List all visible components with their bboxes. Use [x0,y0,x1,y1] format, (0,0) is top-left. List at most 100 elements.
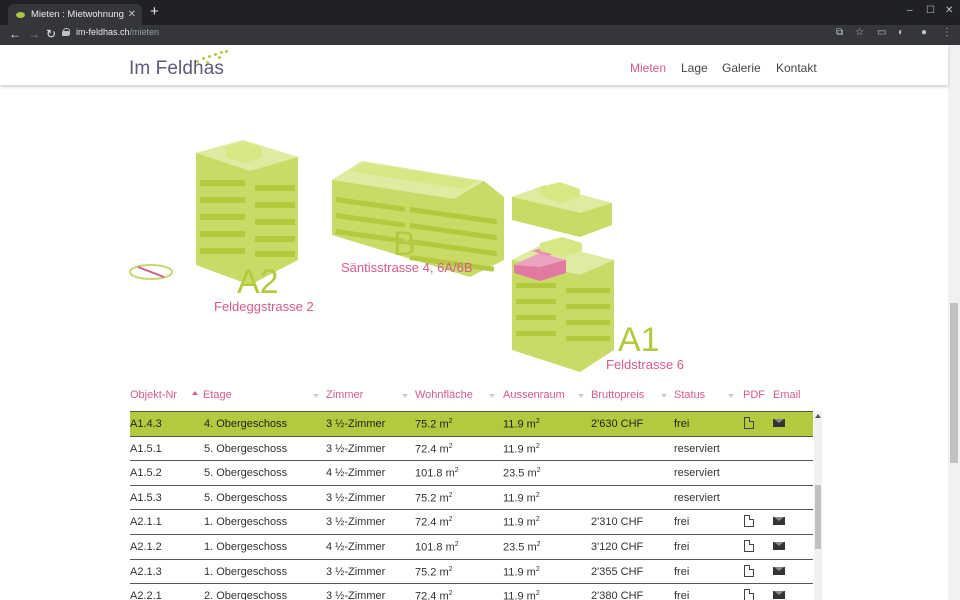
new-tab-button[interactable]: + [150,4,159,19]
email-envelope-icon[interactable] [773,541,785,550]
scroll-up-icon[interactable] [815,414,821,418]
cell-aussenraum: 23.5 m2 [503,467,541,480]
menu-icon[interactable]: ⋮ [942,27,952,38]
table-row[interactable]: A1.4.3 4. Obergeschoss 3 ½-Zimmer 75.2 m2 11… [130,412,813,437]
extension-icon[interactable]: ▭ [877,27,886,38]
cell-aussenraum: 11.9 m2 [503,418,540,431]
cell-etage: 1. Obergeschoss [204,565,288,578]
email-envelope-icon[interactable] [773,517,785,526]
email-envelope-icon[interactable] [773,566,785,575]
col-bruttopreis[interactable]: Bruttopreis [591,389,644,401]
col-email: Email [773,389,801,401]
building-label-a2[interactable]: A2 [237,263,279,302]
email-envelope-icon[interactable] [773,419,785,427]
cell-objekt-nr: A1.4.3 [130,418,162,430]
table-row[interactable]: A2.1.1 1. Obergeschoss 3 ½-Zimmer 72.4 m2 11… [130,510,813,535]
tab-title: Mieten : Mietwohnungen [31,9,124,20]
favicon-icon [16,11,25,18]
url-path: /mieten [129,27,160,37]
col-status[interactable]: Status [674,389,705,401]
bookmark-star-icon[interactable]: ☆ [855,27,864,38]
table-row[interactable]: A1.5.3 5. Obergeschoss 3 ½-Zimmer 75.2 m2 11… [130,486,813,511]
table-row[interactable]: A2.1.3 1. Obergeschoss 3 ½-Zimmer 75.2 m2 11… [130,560,813,585]
col-zimmer[interactable]: Zimmer [326,389,363,401]
col-wohnflaeche[interactable]: Wohnfläche [415,389,473,401]
site-logo[interactable]: Im Feldhas [129,58,224,80]
cell-etage: 5. Obergeschoss [204,467,288,480]
site-plan: A2 Feldeggstrasse 2 B Säntisstrasse 4, 6… [0,85,948,385]
cell-objekt-nr: A2.1.2 [130,540,162,553]
pdf-document-icon[interactable] [744,539,754,552]
table-row[interactable]: A1.5.2 5. Obergeschoss 4 ½-Zimmer 101.8 m2 2… [130,461,813,486]
cell-zimmer: 3 ½-Zimmer [326,516,386,529]
sort-asc-icon[interactable] [192,391,198,395]
cell-etage: 1. Obergeschoss [204,516,288,529]
sort-icon[interactable] [313,394,319,398]
col-objekt-nr[interactable]: Objekt-Nr [130,389,177,401]
sort-icon[interactable] [728,394,734,398]
lock-icon [62,28,70,36]
cell-aussenraum: 11.9 m2 [503,590,540,600]
reload-icon[interactable]: ↻ [46,27,56,41]
cell-status: frei [674,590,690,600]
close-tab-icon[interactable]: ✕ [128,9,136,20]
address-bar[interactable]: im-feldhas.ch/mieten [62,27,159,37]
pdf-document-icon[interactable] [744,515,754,528]
nav-kontakt[interactable]: Kontakt [776,61,817,75]
cell-aussenraum: 11.9 m2 [503,442,540,456]
cell-bruttopreis: 2'310 CHF [591,516,644,529]
cell-objekt-nr: A2.1.1 [130,516,162,529]
table-row[interactable]: A2.2.1 2. Obergeschoss 3 ½-Zimmer 72.4 m2 11… [130,584,813,600]
nav-galerie[interactable]: Galerie [722,61,761,75]
cell-aussenraum: 11.9 m2 [503,516,540,530]
profile-icon[interactable]: ● [921,27,927,38]
sort-icon[interactable] [489,394,495,398]
street-label-a1: Feldstrasse 6 [606,357,685,372]
cell-zimmer: 3 ½-Zimmer [326,442,386,455]
cell-aussenraum: 11.9 m2 [503,565,540,579]
nav-lage[interactable]: Lage [681,61,708,75]
browser-tab-bar: Mieten : Mietwohnungen ✕ + – ☐ ✕ [0,0,960,25]
cell-objekt-nr: A2.1.3 [130,565,162,578]
cell-wohnflaeche: 72.4 m2 [415,590,453,600]
page-scrollbar[interactable] [948,45,960,600]
cell-wohnflaeche: 72.4 m2 [415,516,453,530]
cell-status: frei [674,516,690,529]
cell-etage: 5. Obergeschoss [204,491,288,504]
cell-status: frei [674,540,690,553]
extension-icon-2[interactable]: ◐ [898,27,904,38]
building-label-a1[interactable]: A1 [618,321,660,360]
translate-icon[interactable]: ⧉ [836,27,843,38]
browser-tab[interactable]: Mieten : Mietwohnungen ✕ [8,4,142,25]
nav-mieten[interactable]: Mieten [630,61,666,75]
table-scroll-thumb[interactable] [815,485,821,549]
sort-icon[interactable] [402,394,408,398]
building-a1[interactable] [512,182,614,372]
table-row[interactable]: A1.5.1 5. Obergeschoss 3 ½-Zimmer 72.4 m2 11… [130,437,813,462]
cell-aussenraum: 23.5 m2 [503,540,541,554]
minimize-icon[interactable]: – [907,5,913,16]
cell-wohnflaeche: 101.8 m2 [415,467,459,480]
maximize-icon[interactable]: ☐ [926,5,935,16]
cell-etage: 5. Obergeschoss [204,442,288,455]
cell-zimmer: 3 ½-Zimmer [326,565,386,578]
cell-status: reserviert [674,442,720,455]
forward-icon[interactable]: → [28,27,40,41]
cell-zimmer: 3 ½-Zimmer [326,418,386,430]
cell-wohnflaeche: 75.2 m2 [415,491,453,505]
pdf-document-icon[interactable] [744,417,754,429]
pdf-document-icon[interactable] [744,589,754,600]
table-scrollbar[interactable] [814,411,822,600]
pdf-document-icon[interactable] [744,564,754,577]
sort-icon[interactable] [661,394,667,398]
table-row[interactable]: A2.1.2 1. Obergeschoss 4 ½-Zimmer 101.8 m2 2… [130,535,813,560]
page-scroll-thumb[interactable] [950,303,958,463]
email-envelope-icon[interactable] [773,591,785,600]
page: Im Feldhas Mieten Lage Galerie Kontakt A… [0,45,960,600]
col-aussenraum[interactable]: Aussenraum [503,389,565,401]
col-etage[interactable]: Etage [203,389,232,401]
sort-icon[interactable] [578,394,584,398]
building-label-b[interactable]: B [393,225,416,264]
close-window-icon[interactable]: ✕ [945,5,953,16]
back-icon[interactable]: ← [9,27,21,41]
